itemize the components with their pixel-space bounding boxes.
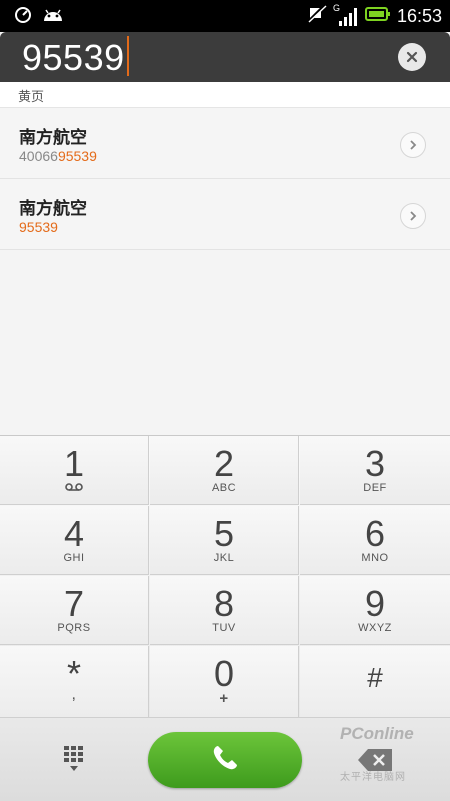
key-letters: GHI [63,552,85,564]
mute-icon [306,3,327,28]
watermark-subtitle: 太平洋电脑网 [340,772,406,783]
key-hash[interactable]: # [300,646,450,718]
key-digit: 2 [213,443,235,484]
clock-icon [14,6,32,28]
list-item[interactable]: 南方航空 95539 [0,179,450,250]
contact-number: 4006695539 [19,148,97,164]
list-item[interactable]: 南方航空 4006695539 [0,108,450,179]
key-0[interactable]: 0 + [150,646,299,718]
close-icon [406,48,418,67]
key-digit: 3 [364,443,386,484]
phone-icon [210,743,240,777]
dialpad-icon [58,746,90,778]
key-digit: 6 [364,513,386,554]
key-5[interactable]: 5 JKL [150,506,299,575]
number-match: 95539 [57,148,97,164]
key-letters: ABC [211,482,237,494]
key-digit: 1 [63,443,85,484]
key-letters: , [71,686,77,703]
voicemail-icon [0,482,148,495]
key-digit: # [367,662,383,693]
key-8[interactable]: 8 TUV [150,576,299,645]
key-6[interactable]: 6 MNO [300,506,450,575]
key-digit: 0 [213,653,235,694]
chevron-right-icon [408,207,418,226]
section-title: 黄页 [18,90,45,105]
details-button[interactable] [400,132,426,158]
key-letters: PQRS [57,622,91,634]
key-letters: WXYZ [358,622,392,634]
key-digit: 4 [63,513,85,554]
section-header-yellow-pages: 黄页 [0,82,450,108]
key-letters: DEF [363,482,387,494]
number-prefix: 40066 [19,148,58,164]
key-letters: + [219,690,229,707]
dialed-number-field[interactable]: 95539 [22,36,129,80]
key-7[interactable]: 7 PQRS [0,576,149,645]
status-bar: G 16:53 [0,0,450,32]
dialer-header: 95539 [0,32,450,82]
watermark-logo: PConline [340,724,414,743]
key-letters: TUV [212,622,236,634]
number-match: 95539 [19,219,58,235]
chevron-right-icon [408,136,418,155]
search-results-list: 南方航空 4006695539 南方航空 95539 [0,108,450,250]
signal-icon: G [333,3,359,27]
key-digit: 7 [63,583,85,624]
call-button[interactable] [148,732,302,788]
battery-icon [364,6,391,26]
dial-keypad: 1 2 ABC 3 DEF 4 GHI 5 JKL 6 MNO 7 PQRS 8… [0,435,450,718]
key-digit: 9 [364,583,386,624]
key-digit: 8 [213,583,235,624]
android-icon [42,7,64,27]
contact-name: 南方航空 [19,199,87,219]
key-2[interactable]: 2 ABC [150,436,299,505]
key-9[interactable]: 9 WXYZ [300,576,450,645]
dialed-number: 95539 [22,37,125,78]
key-digit: 5 [213,513,235,554]
status-time: 16:53 [396,6,442,26]
key-4[interactable]: 4 GHI [0,506,149,575]
clear-button[interactable] [398,43,426,71]
key-letters: MNO [361,552,389,564]
dialpad-toggle-button[interactable] [58,744,90,774]
key-star[interactable]: * , [0,646,149,718]
contact-number: 95539 [19,219,58,235]
details-button[interactable] [400,203,426,229]
text-caret [126,36,129,76]
key-1[interactable]: 1 [0,436,149,505]
key-3[interactable]: 3 DEF [300,436,450,505]
key-letters: JKL [213,552,235,564]
contact-name: 南方航空 [19,128,87,148]
